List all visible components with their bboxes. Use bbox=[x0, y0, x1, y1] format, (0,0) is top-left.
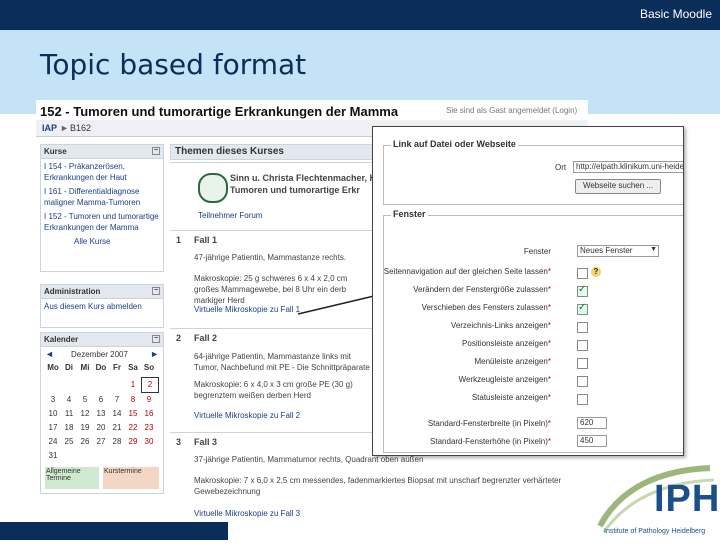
required-icon: * bbox=[547, 357, 551, 366]
option-label: Verschieben des Fensters zulassen* bbox=[422, 303, 551, 312]
option-label: Menüleiste anzeigen* bbox=[474, 357, 551, 366]
height-input[interactable]: 450 bbox=[577, 435, 607, 447]
option-label-text: Verzeichnis-Links anzeigen bbox=[450, 321, 548, 330]
option-label-text: Werkzeugleiste anzeigen bbox=[458, 375, 548, 384]
search-website-button[interactable]: Webseite suchen ... bbox=[575, 179, 661, 194]
option-label: Positionsleiste anzeigen* bbox=[462, 339, 551, 348]
window-select-value: Neues Fenster bbox=[580, 246, 633, 255]
iph-logo: IPH Institute of Pathology Heidelberg bbox=[590, 448, 720, 540]
window-legend: Fenster bbox=[391, 209, 428, 219]
option-checkbox[interactable] bbox=[577, 358, 588, 369]
option-label: Werkzeugleiste anzeigen* bbox=[459, 375, 551, 384]
option-label: Seitennavigation auf der gleichen Seite … bbox=[384, 267, 551, 276]
option-label: Statusleiste anzeigen* bbox=[472, 393, 551, 402]
required-icon: * bbox=[547, 267, 551, 276]
option-label-text: Seitennavigation auf der gleichen Seite … bbox=[383, 267, 548, 276]
required-icon: * bbox=[547, 393, 551, 402]
required-icon: * bbox=[547, 437, 551, 446]
option-checkbox[interactable] bbox=[577, 322, 588, 333]
bottom-bar bbox=[0, 522, 228, 540]
option-checkbox[interactable] bbox=[577, 394, 588, 405]
option-checkbox[interactable] bbox=[577, 376, 588, 387]
required-icon: * bbox=[547, 321, 551, 330]
resource-settings-dialog: Link auf Datei oder Webseite Ort http://… bbox=[372, 126, 684, 456]
option-checkbox[interactable] bbox=[577, 302, 588, 315]
option-label-text: Positionsleiste anzeigen bbox=[462, 339, 548, 348]
required-icon: * bbox=[547, 339, 551, 348]
option-label-text: Verändern der Fenstergröße zulassen bbox=[413, 285, 548, 294]
window-label: Fenster bbox=[523, 247, 551, 256]
required-icon: * bbox=[547, 303, 551, 312]
option-checkbox[interactable] bbox=[577, 284, 588, 297]
window-select[interactable]: Neues Fenster ▼ bbox=[577, 245, 659, 257]
option-checkbox[interactable] bbox=[577, 268, 588, 279]
width-label: Standard-Fensterbreite (in Pixeln)* bbox=[428, 419, 551, 428]
option-label-text: Verschieben des Fensters zulassen bbox=[421, 303, 548, 312]
help-icon[interactable]: ? bbox=[591, 267, 601, 277]
required-icon: * bbox=[547, 375, 551, 384]
height-label-text: Standard-Fensterhöhe (in Pixeln) bbox=[430, 437, 548, 446]
required-icon: * bbox=[547, 285, 551, 294]
option-label: Verzeichnis-Links anzeigen* bbox=[451, 321, 551, 330]
width-label-text: Standard-Fensterbreite (in Pixeln) bbox=[427, 419, 548, 428]
chevron-down-icon: ▼ bbox=[650, 246, 657, 253]
required-icon: * bbox=[547, 419, 551, 428]
height-label: Standard-Fensterhöhe (in Pixeln)* bbox=[430, 437, 551, 446]
location-label: Ort bbox=[555, 163, 567, 172]
option-checkbox[interactable] bbox=[577, 340, 588, 351]
width-input[interactable]: 620 bbox=[577, 417, 607, 429]
link-legend: Link auf Datei oder Webseite bbox=[391, 139, 518, 149]
logo-subtitle: Institute of Pathology Heidelberg bbox=[604, 528, 706, 535]
link-fieldset bbox=[383, 145, 683, 205]
option-label-text: Menüleiste anzeigen bbox=[474, 357, 548, 366]
option-label: Verändern der Fenstergröße zulassen* bbox=[413, 285, 551, 294]
location-input[interactable]: http://elpath.klinikum.uni-heidelberg.de bbox=[573, 161, 683, 173]
logo-text: IPH bbox=[654, 478, 720, 520]
option-label-text: Statusleiste anzeigen bbox=[471, 393, 548, 402]
